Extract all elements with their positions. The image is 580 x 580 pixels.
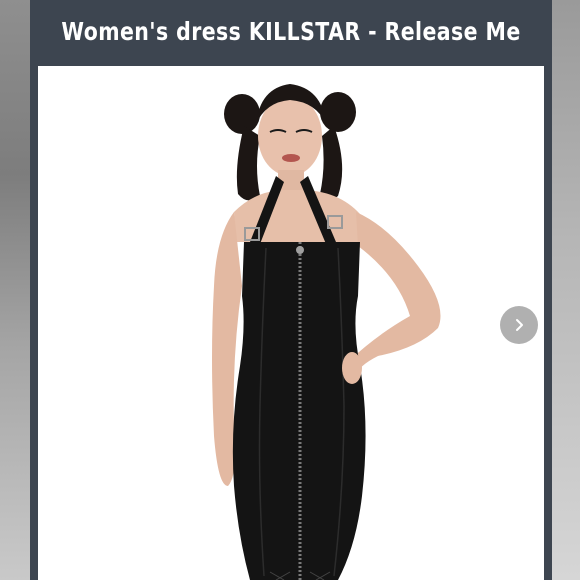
lips <box>282 154 300 162</box>
hair-bun-left <box>224 94 260 134</box>
chevron-right-icon <box>516 319 523 331</box>
blurred-background-right <box>550 0 580 580</box>
product-photo[interactable] <box>38 66 544 580</box>
model-arm-right <box>350 212 441 376</box>
zipper-pull <box>296 246 304 254</box>
hair-bun-right <box>320 92 356 132</box>
blurred-background-left <box>0 0 30 580</box>
listing-card: Women's dress KILLSTAR - Release Me <box>30 0 552 580</box>
next-image-button[interactable] <box>500 306 538 344</box>
model-hand-right <box>342 352 362 384</box>
listing-title: Women's dress KILLSTAR - Release Me <box>61 16 521 46</box>
title-bar: Women's dress KILLSTAR - Release Me <box>30 0 552 62</box>
product-image-panel <box>38 66 544 580</box>
hair-pigtail-left <box>236 126 260 201</box>
hair-pigtail-right <box>320 126 343 200</box>
